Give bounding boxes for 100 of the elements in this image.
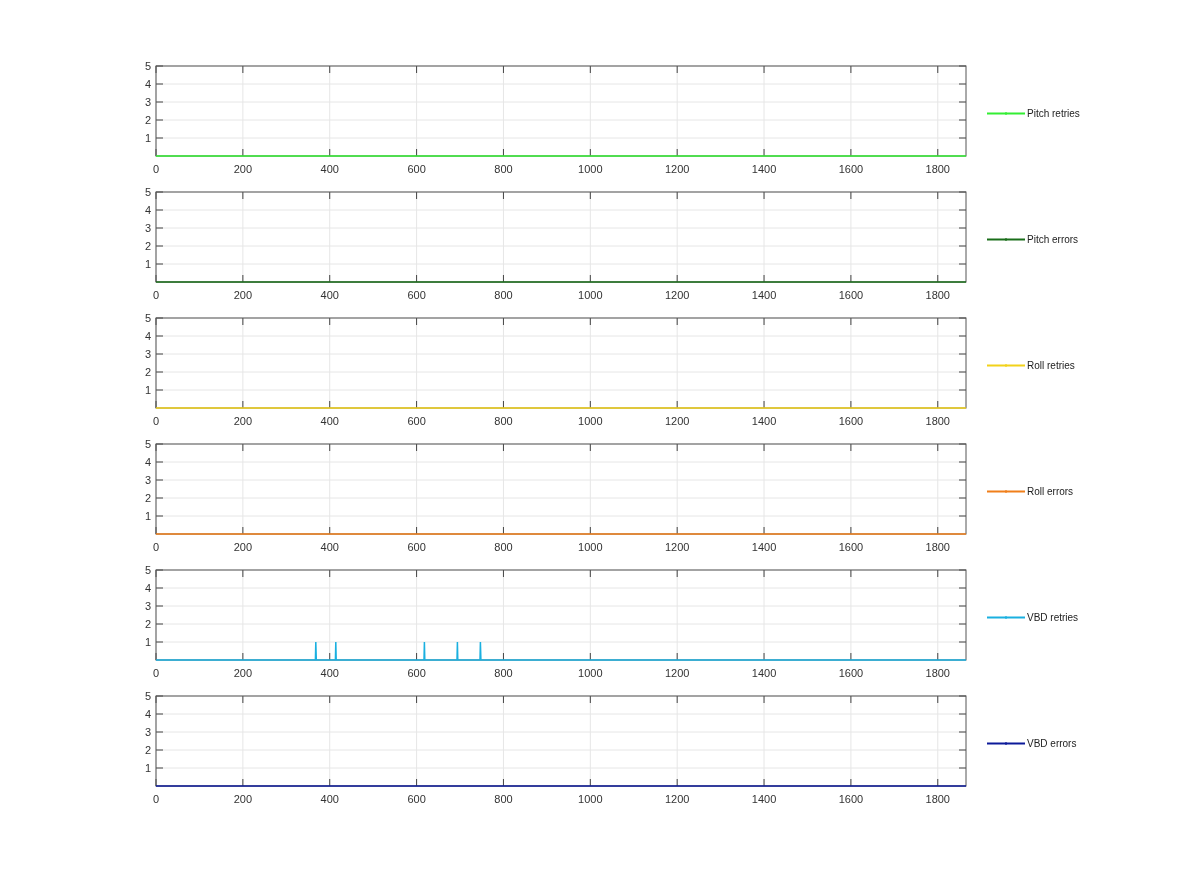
- x-tick-label: 400: [320, 667, 339, 679]
- x-tick-label: 1000: [578, 289, 603, 301]
- y-tick-label: 4: [144, 582, 151, 594]
- y-tick-label: 4: [144, 204, 151, 216]
- x-tick-label: 0: [152, 667, 160, 679]
- y-tick-label: 3: [144, 222, 151, 234]
- y-tick-label: 1: [144, 258, 151, 270]
- y-tick-label: 2: [144, 240, 151, 252]
- x-tick-label: 1600: [838, 667, 864, 679]
- x-tick-label: 1600: [838, 415, 864, 427]
- legend-label: VBD retries: [1027, 611, 1079, 625]
- x-tick-label: 1000: [578, 541, 603, 553]
- y-tick-label: 4: [144, 78, 151, 90]
- y-tick-label: 5: [144, 438, 151, 450]
- x-tick-label: 600: [407, 667, 426, 679]
- x-tick-label: 400: [320, 289, 339, 301]
- x-tick-label: 600: [407, 793, 426, 805]
- x-tick-label: 600: [407, 415, 426, 427]
- x-tick-label: 200: [233, 667, 253, 679]
- x-tick-label: 400: [320, 415, 339, 427]
- x-tick-label: 1800: [925, 793, 950, 805]
- x-tick-label: 1800: [925, 415, 950, 427]
- x-tick-label: 0: [152, 415, 160, 427]
- x-tick-label: 1000: [578, 667, 603, 679]
- x-tick-label: 1400: [751, 289, 777, 301]
- x-tick-label: 1200: [664, 793, 690, 805]
- x-tick-label: 200: [233, 415, 253, 427]
- y-tick-label: 2: [144, 492, 151, 504]
- legend-line-icon: [987, 741, 1025, 746]
- y-tick-label: 5: [144, 186, 151, 198]
- x-tick-label: 1400: [751, 415, 777, 427]
- x-tick-label: 1200: [664, 541, 690, 553]
- y-tick-label: 3: [144, 726, 151, 738]
- x-tick-label: 1000: [578, 163, 603, 175]
- x-tick-label: 1400: [751, 667, 777, 679]
- x-tick-label: 1200: [664, 289, 690, 301]
- x-tick-label: 800: [494, 667, 513, 679]
- legend-line-icon: [987, 489, 1025, 494]
- y-tick-label: 5: [144, 60, 151, 72]
- y-tick-label: 1: [144, 510, 151, 522]
- x-tick-label: 0: [152, 541, 160, 553]
- y-tick-label: 2: [144, 366, 151, 378]
- y-tick-label: 1: [144, 636, 151, 648]
- y-tick-label: 1: [144, 762, 151, 774]
- x-tick-label: 1800: [925, 667, 950, 679]
- x-tick-label: 800: [494, 289, 513, 301]
- y-tick-label: 5: [144, 564, 151, 576]
- y-tick-label: 3: [144, 600, 151, 612]
- y-tick-label: 3: [144, 348, 151, 360]
- x-tick-label: 400: [320, 541, 339, 553]
- y-tick-label: 3: [144, 96, 151, 108]
- y-tick-label: 4: [144, 708, 151, 720]
- legend-label: Pitch errors: [1027, 233, 1079, 247]
- x-tick-label: 0: [152, 163, 160, 175]
- x-tick-label: 600: [407, 289, 426, 301]
- x-tick-label: 800: [494, 163, 513, 175]
- x-tick-label: 1600: [838, 541, 864, 553]
- y-tick-label: 2: [144, 744, 151, 756]
- legend-label: Roll errors: [1027, 485, 1074, 499]
- legend-line-icon: [987, 363, 1025, 368]
- x-tick-label: 600: [407, 163, 426, 175]
- y-tick-label: 1: [144, 384, 151, 396]
- x-tick-label: 200: [233, 289, 253, 301]
- x-tick-label: 800: [494, 415, 513, 427]
- x-tick-label: 400: [320, 163, 339, 175]
- x-tick-label: 0: [152, 793, 160, 805]
- legend-label: VBD errors: [1027, 737, 1077, 751]
- x-tick-label: 1600: [838, 163, 864, 175]
- y-tick-label: 4: [144, 456, 151, 468]
- y-tick-label: 1: [144, 132, 151, 144]
- x-tick-label: 1000: [578, 793, 603, 805]
- x-tick-label: 0: [152, 289, 160, 301]
- legend-line-icon: [987, 111, 1025, 116]
- x-tick-label: 200: [233, 163, 253, 175]
- y-tick-label: 2: [144, 114, 151, 126]
- x-tick-label: 800: [494, 793, 513, 805]
- y-tick-label: 5: [144, 690, 151, 702]
- x-tick-label: 1800: [925, 541, 950, 553]
- x-tick-label: 1800: [925, 163, 950, 175]
- x-tick-label: 1400: [751, 163, 777, 175]
- x-tick-label: 800: [494, 541, 513, 553]
- x-tick-label: 600: [407, 541, 426, 553]
- legend-label: Roll retries: [1027, 359, 1075, 373]
- legend-line-icon: [987, 615, 1025, 620]
- legend-line-icon: [987, 237, 1025, 242]
- x-tick-label: 1400: [751, 541, 777, 553]
- x-tick-label: 200: [233, 541, 253, 553]
- x-tick-label: 1800: [925, 289, 950, 301]
- x-tick-label: 1200: [664, 415, 690, 427]
- y-tick-label: 3: [144, 474, 151, 486]
- x-tick-label: 1200: [664, 667, 690, 679]
- x-tick-label: 200: [233, 793, 253, 805]
- x-tick-label: 1600: [838, 289, 864, 301]
- legend-label: Pitch retries: [1027, 107, 1080, 121]
- y-tick-label: 5: [144, 312, 151, 324]
- x-tick-label: 1000: [578, 415, 603, 427]
- x-tick-label: 400: [320, 793, 339, 805]
- x-tick-label: 1400: [751, 793, 777, 805]
- x-tick-label: 1600: [838, 793, 864, 805]
- x-tick-label: 1200: [664, 163, 690, 175]
